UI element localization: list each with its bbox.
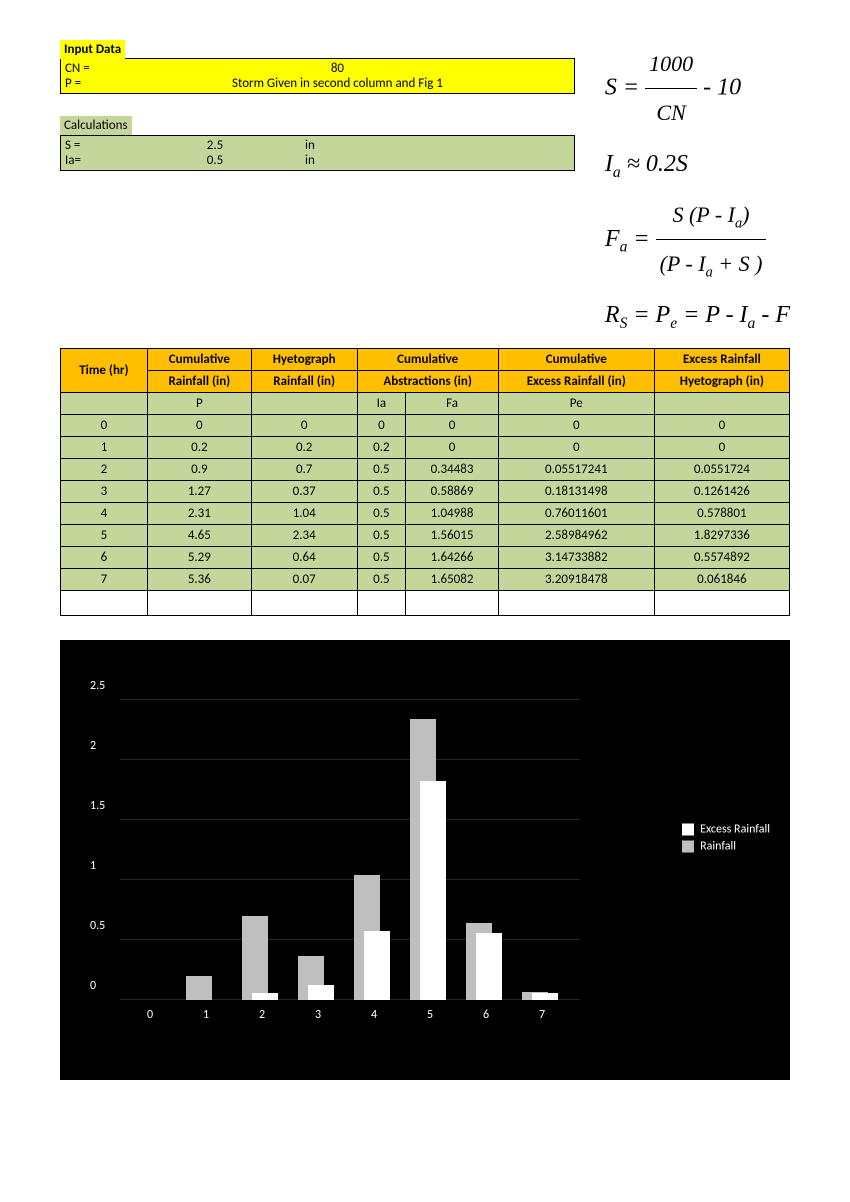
th-cumrain2: Rainfall (in) [147,371,251,393]
input-data-heading: Input Data [60,40,125,59]
bar-rainfall [242,916,268,1000]
legend-excess: Excess Rainfall [700,823,770,837]
table-row: 10.20.20.2000 [61,437,790,459]
x-tick-label: 7 [522,1008,562,1022]
x-tick-label: 6 [466,1008,506,1022]
table-blank-row [61,591,790,616]
th-exhy1: Excess Rainfall [654,349,789,371]
th-hyeto2: Rainfall (in) [251,371,357,393]
table-row: 31.270.370.50.588690.181314980.1261426 [61,481,790,503]
x-tick-label: 3 [298,1008,338,1022]
s-unit: in [305,138,345,153]
results-table: Time (hr) Cumulative Hyetograph Cumulati… [60,348,790,616]
eq-ia: Ia ≈ 0.2S [605,138,790,191]
eq-rs: RS = Pe = P - Ia - F [605,289,790,342]
th-cumrain1: Cumulative [147,349,251,371]
input-data-box: CN = 80 P = Storm Given in second column… [60,58,575,94]
bar-excess [364,931,390,1000]
legend-rainfall: Rainfall [700,840,736,854]
calculations-heading: Calculations [60,116,132,135]
th-cumabs1: Cumulative [357,349,498,371]
th-exhy2: Hyetograph (in) [654,371,789,393]
bar-rainfall [186,976,212,1000]
table-row: 65.290.640.51.642663.147338820.5574892 [61,547,790,569]
s-label: S = [65,138,125,153]
th-cumex2: Excess Rainfall (in) [498,371,654,393]
table-row: 42.311.040.51.049880.760116010.578801 [61,503,790,525]
y-tick-label: 2 [90,739,96,753]
cn-value: 80 [105,61,570,76]
bar-excess [308,985,334,1000]
th-cumex1: Cumulative [498,349,654,371]
bar-excess [420,781,446,1001]
bar-chart: 0 0.5 1 1.5 2 2.5 0 1 2 3 4 5 6 7 Excess Rainfall Rai… [60,640,790,1080]
var-row: P Ia Fa Pe [61,393,790,415]
table-row: 0000000 [61,415,790,437]
chart-legend: Excess Rainfall Rainfall [682,820,770,857]
y-tick-label: 1 [90,859,96,873]
ia-unit: in [305,153,345,168]
y-tick-label: 1.5 [90,799,105,813]
ia-value: 0.5 [125,153,305,168]
eq-fa: Fa = S (P - Ia)(P - Ia + S ) [605,191,790,290]
y-tick-label: 0 [90,979,96,993]
bar-excess [532,993,558,1000]
x-tick-label: 4 [354,1008,394,1022]
x-tick-label: 1 [186,1008,226,1022]
th-hyeto1: Hyetograph [251,349,357,371]
y-tick-label: 0.5 [90,919,105,933]
ia-label: Ia= [65,153,125,168]
cn-label: CN = [65,61,105,76]
equations-block: S = 1000CN - 10 Ia ≈ 0.2S Fa = S (P - Ia… [605,40,790,342]
bar-excess [476,933,502,1000]
x-tick-label: 0 [130,1008,170,1022]
bar-excess [252,993,278,1000]
p-label: P = [65,76,105,91]
x-tick-label: 2 [242,1008,282,1022]
eq-s: S = 1000CN - 10 [605,40,790,138]
table-row: 75.360.070.51.650823.209184780.061846 [61,569,790,591]
table-row: 20.90.70.50.344830.055172410.0551724 [61,459,790,481]
s-value: 2.5 [125,138,305,153]
p-value: Storm Given in second column and Fig 1 [105,76,570,91]
table-row: 54.652.340.51.560152.589849621.8297336 [61,525,790,547]
calculations-box: S = 2.5 in Ia= 0.5 in [60,135,575,171]
x-tick-label: 5 [410,1008,450,1022]
th-cumabs2: Abstractions (in) [357,371,498,393]
th-time: Time (hr) [61,349,148,393]
y-tick-label: 2.5 [90,679,105,693]
